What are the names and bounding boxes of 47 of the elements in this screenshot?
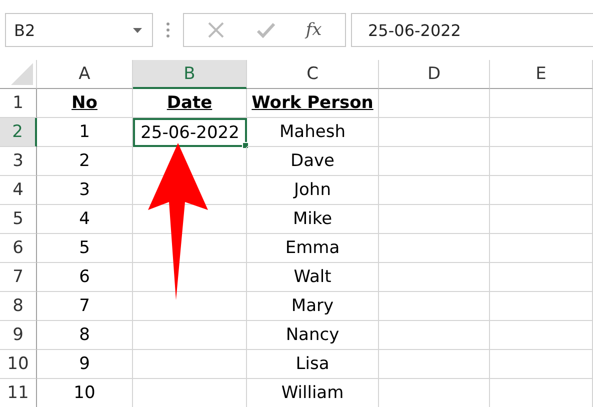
table-cell: Mahesh: [247, 118, 379, 147]
column-header[interactable]: D: [379, 60, 490, 89]
row-header[interactable]: 7: [0, 263, 37, 292]
table-cell: Dave: [247, 147, 379, 176]
table-cell: 3: [37, 176, 133, 205]
column-header[interactable]: C: [247, 60, 379, 89]
cancel-icon[interactable]: [207, 21, 226, 39]
table-cell: Mike: [247, 205, 379, 234]
table-cell: William: [247, 379, 379, 407]
table-cell: 5: [37, 234, 133, 263]
table-cell: 7: [37, 292, 133, 321]
dropdown-caret-icon: [133, 28, 142, 32]
column-header[interactable]: B: [133, 60, 247, 89]
table-cell: Mary: [247, 292, 379, 321]
name-box[interactable]: B2: [5, 13, 153, 47]
table-cell: Emma: [247, 234, 379, 263]
row-header[interactable]: 4: [0, 176, 37, 205]
formula-field[interactable]: 25-06-2022: [351, 13, 593, 47]
row-header[interactable]: 3: [0, 147, 37, 176]
table-cell: No: [37, 89, 133, 118]
table-cell: Lisa: [247, 350, 379, 379]
table-cell: John: [247, 176, 379, 205]
checkmark-icon[interactable]: [256, 22, 276, 38]
selected-cell: 25-06-2022: [133, 118, 247, 147]
table-cell: Walt: [247, 263, 379, 292]
row-header[interactable]: 6: [0, 234, 37, 263]
row-header[interactable]: 5: [0, 205, 37, 234]
column-header[interactable]: E: [490, 60, 593, 89]
insert-function-button[interactable]: fx: [306, 20, 322, 40]
table-cell: Work Person: [247, 89, 379, 118]
row-header[interactable]: 2: [0, 118, 37, 147]
table-cell: 9: [37, 350, 133, 379]
table-cell: 10: [37, 379, 133, 407]
row-header[interactable]: 10: [0, 350, 37, 379]
table-cell: Date: [133, 89, 247, 118]
row-header[interactable]: 9: [0, 321, 37, 350]
table-cell: 4: [37, 205, 133, 234]
select-all-icon[interactable]: [11, 63, 33, 85]
row-header[interactable]: 11: [0, 379, 37, 407]
row-header[interactable]: 8: [0, 292, 37, 321]
table-cell: 8: [37, 321, 133, 350]
fill-handle[interactable]: [242, 142, 249, 149]
grip-dots-icon: [166, 22, 170, 38]
table-cell: 1: [37, 118, 133, 147]
table-cell: 6: [37, 263, 133, 292]
table-cell: Nancy: [247, 321, 379, 350]
table-cell: 2: [37, 147, 133, 176]
